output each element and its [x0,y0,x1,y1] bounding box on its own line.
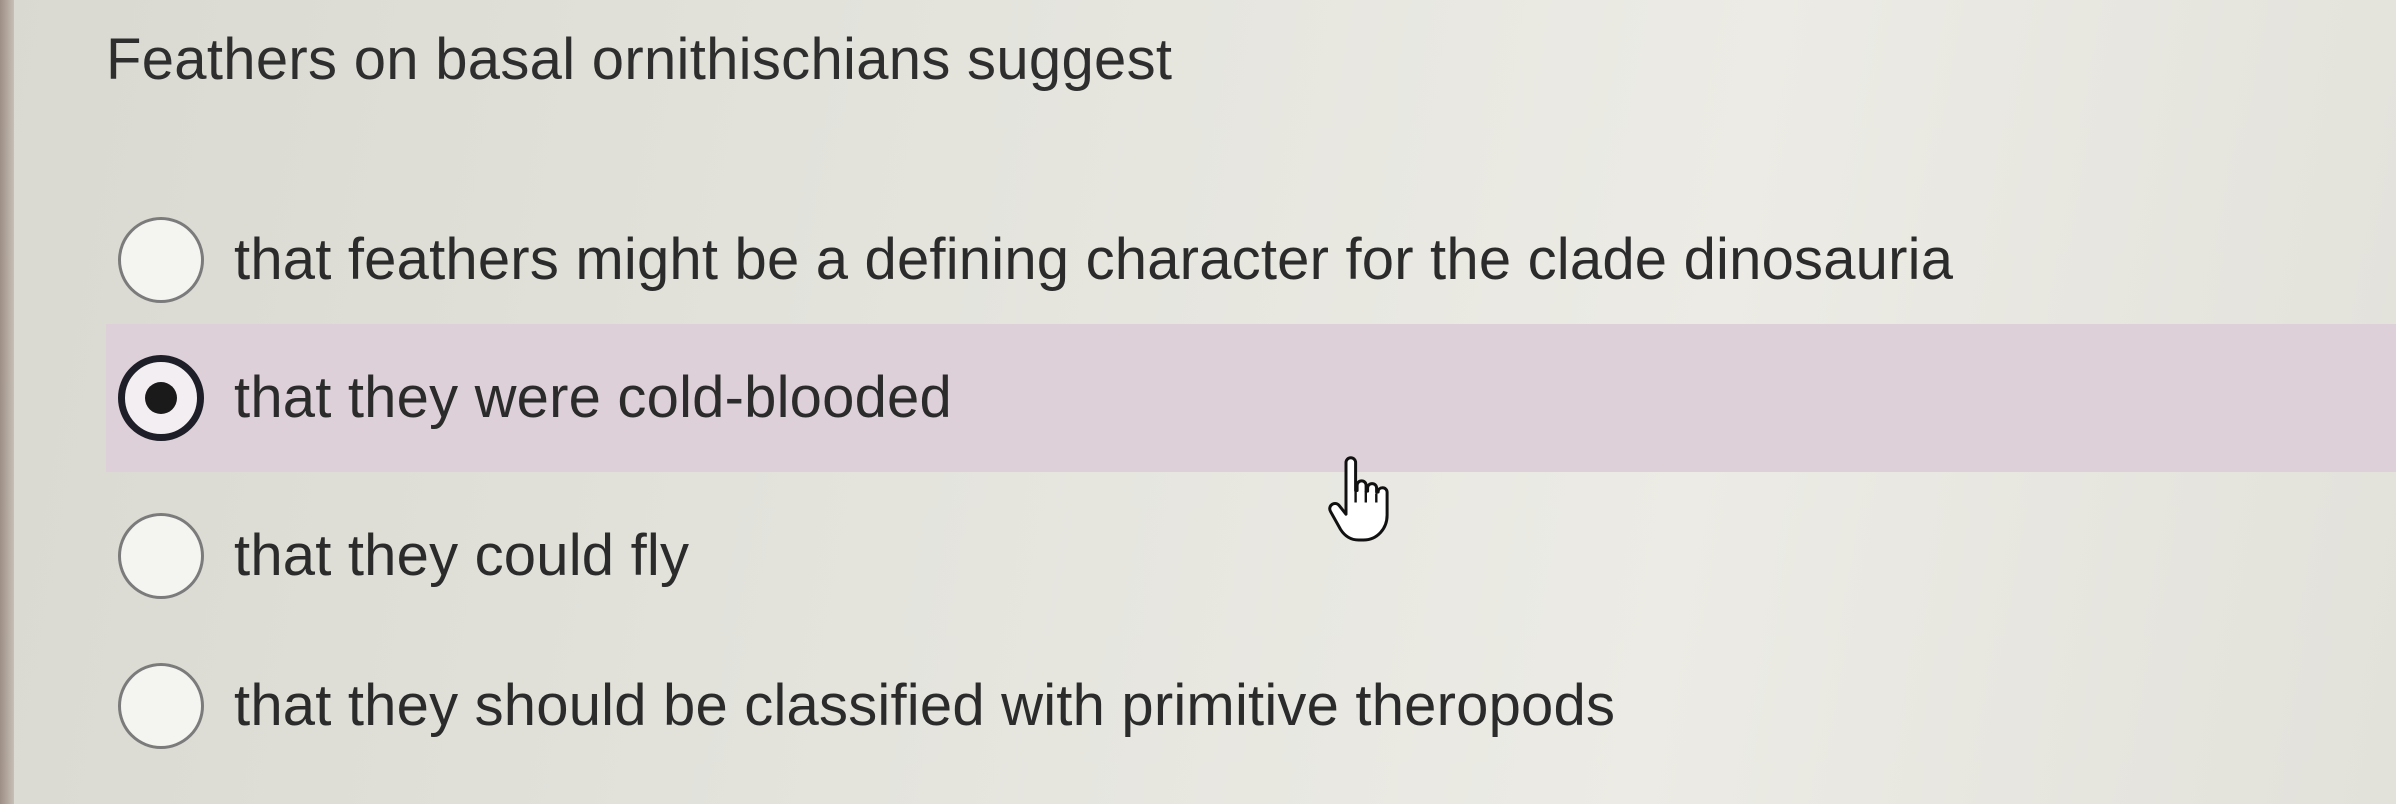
answer-options: that feathers might be a defining charac… [0,0,2396,804]
radio-button-option-2[interactable] [118,355,204,441]
option-3-label[interactable]: that they could fly [234,518,689,594]
option-4[interactable]: that they should be classified with prim… [106,632,2396,780]
radio-selected-dot [145,382,177,414]
option-2-label[interactable]: that they were cold-blooded [234,360,952,436]
option-4-label[interactable]: that they should be classified with prim… [234,668,1615,744]
option-1[interactable]: that feathers might be a defining charac… [106,186,2396,334]
radio-button-option-4[interactable] [118,663,204,749]
option-2[interactable]: that they were cold-blooded [106,324,2396,472]
hand-pointer-icon [1322,456,1394,546]
radio-button-option-1[interactable] [118,217,204,303]
radio-button-option-3[interactable] [118,513,204,599]
option-3[interactable]: that they could fly [106,482,2396,630]
option-1-label[interactable]: that feathers might be a defining charac… [234,222,1953,298]
